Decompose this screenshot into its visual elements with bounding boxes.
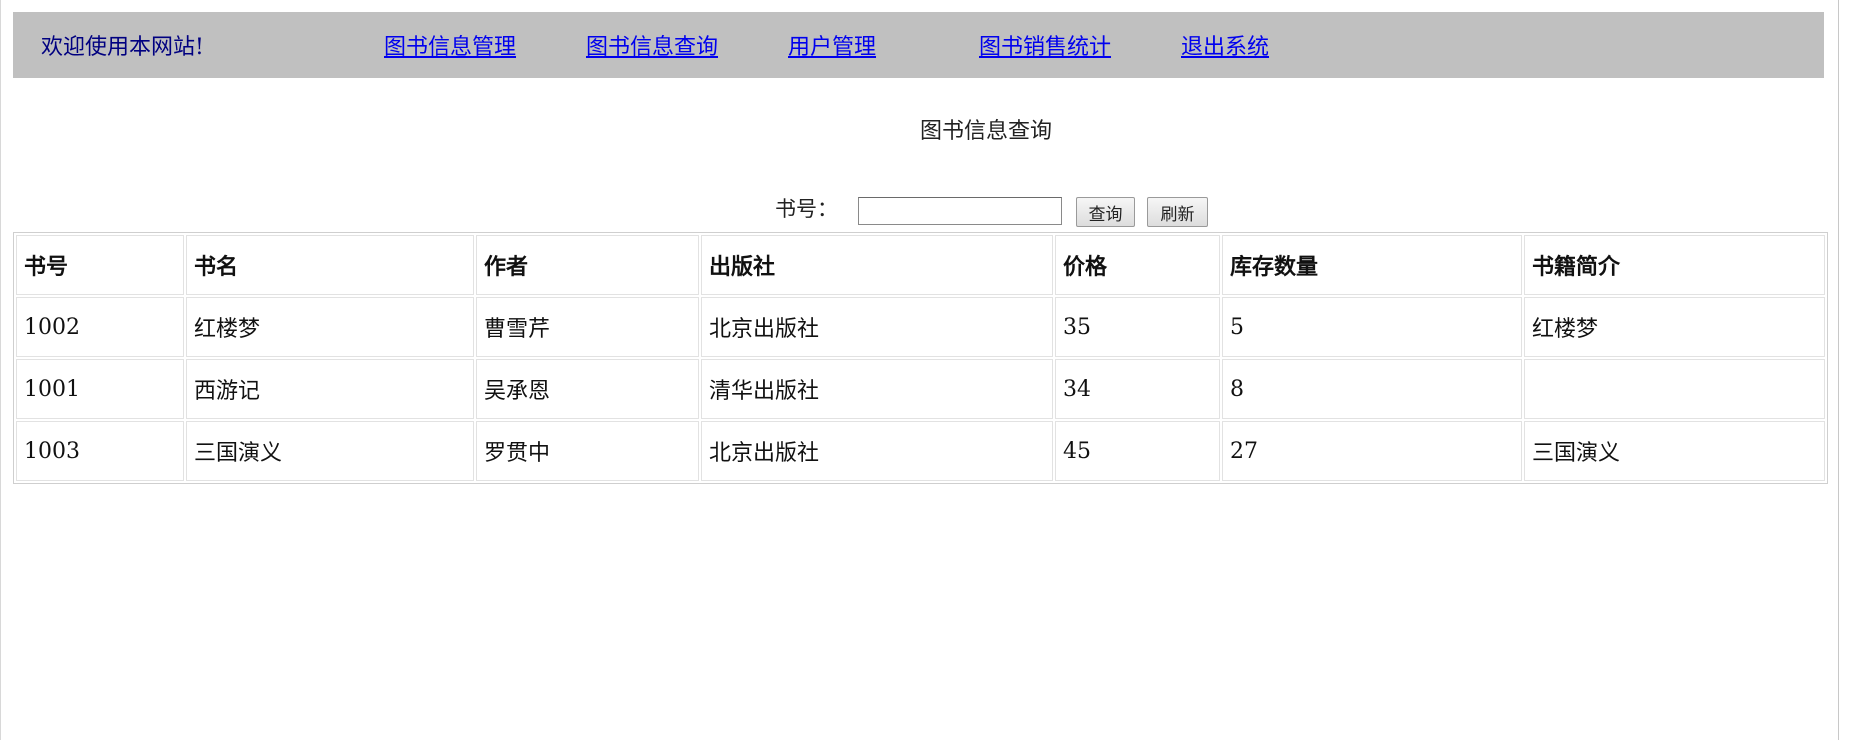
nav-link-logout[interactable]: 退出系统 xyxy=(1181,37,1269,59)
cell-title: 三国演义 xyxy=(186,421,474,481)
books-table: 书号 书名 作者 出版社 价格 库存数量 书籍简介 1002 红楼梦 曹雪芹 北… xyxy=(13,232,1828,484)
cell-title: 红楼梦 xyxy=(186,297,474,357)
page: 欢迎使用本网站! 图书信息管理 图书信息查询 用户管理 图书销售统计 退出系统 … xyxy=(0,0,1851,740)
cell-price: 35 xyxy=(1055,297,1220,357)
cell-author: 吴承恩 xyxy=(476,359,699,419)
column-header-book-id: 书号 xyxy=(16,235,184,295)
column-header-publisher: 出版社 xyxy=(701,235,1053,295)
table-row: 1002 红楼梦 曹雪芹 北京出版社 35 5 红楼梦 xyxy=(16,297,1825,357)
window-left-edge xyxy=(0,0,1,740)
column-header-stock: 库存数量 xyxy=(1222,235,1522,295)
cell-stock: 8 xyxy=(1222,359,1522,419)
column-header-title: 书名 xyxy=(186,235,474,295)
column-header-price: 价格 xyxy=(1055,235,1220,295)
nav-link-sales-statistics[interactable]: 图书销售统计 xyxy=(979,37,1111,59)
cell-description xyxy=(1524,359,1825,419)
column-header-author: 作者 xyxy=(476,235,699,295)
column-header-description: 书籍简介 xyxy=(1524,235,1825,295)
book-id-input[interactable] xyxy=(858,197,1062,225)
cell-title: 西游记 xyxy=(186,359,474,419)
cell-book-id: 1001 xyxy=(16,359,184,419)
cell-book-id: 1002 xyxy=(16,297,184,357)
table-row: 1001 西游记 吴承恩 清华出版社 34 8 xyxy=(16,359,1825,419)
cell-stock: 5 xyxy=(1222,297,1522,357)
cell-author: 罗贯中 xyxy=(476,421,699,481)
welcome-text: 欢迎使用本网站! xyxy=(41,35,204,60)
cell-description: 三国演义 xyxy=(1524,421,1825,481)
cell-price: 45 xyxy=(1055,421,1220,481)
cell-price: 34 xyxy=(1055,359,1220,419)
table-header-row: 书号 书名 作者 出版社 价格 库存数量 书籍简介 xyxy=(16,235,1825,295)
refresh-button[interactable]: 刷新 xyxy=(1147,197,1208,227)
nav-link-user-management[interactable]: 用户管理 xyxy=(788,37,876,59)
top-nav-bar: 欢迎使用本网站! 图书信息管理 图书信息查询 用户管理 图书销售统计 退出系统 xyxy=(13,12,1824,78)
book-id-label: 书号： xyxy=(775,197,838,221)
cell-description: 红楼梦 xyxy=(1524,297,1825,357)
cell-book-id: 1003 xyxy=(16,421,184,481)
page-title: 图书信息查询 xyxy=(920,119,1053,144)
table-row: 1003 三国演义 罗贯中 北京出版社 45 27 三国演义 xyxy=(16,421,1825,481)
cell-stock: 27 xyxy=(1222,421,1522,481)
nav-link-book-management[interactable]: 图书信息管理 xyxy=(384,37,516,59)
cell-author: 曹雪芹 xyxy=(476,297,699,357)
cell-publisher: 北京出版社 xyxy=(701,297,1053,357)
search-button[interactable]: 查询 xyxy=(1076,197,1135,227)
cell-publisher: 北京出版社 xyxy=(701,421,1053,481)
nav-link-book-query[interactable]: 图书信息查询 xyxy=(586,37,718,59)
cell-publisher: 清华出版社 xyxy=(701,359,1053,419)
scrollbar-edge xyxy=(1838,0,1839,740)
